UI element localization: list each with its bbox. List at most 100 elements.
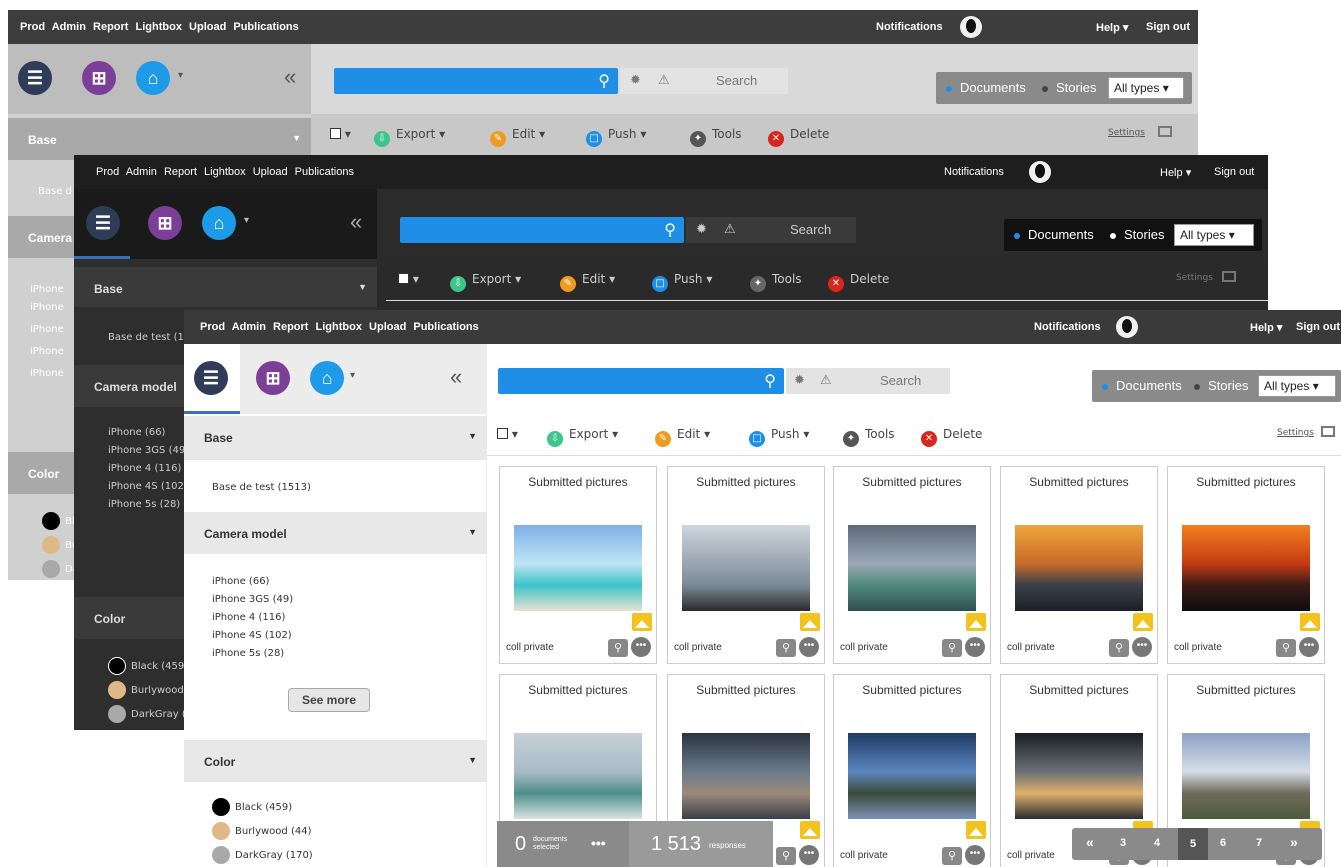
settings-link[interactable]: Settings [1277, 428, 1314, 438]
search-icon[interactable]: ⚲ [664, 220, 676, 240]
settings-link[interactable]: Settings [1176, 273, 1213, 283]
delete-button[interactable]: ✕ Delete [828, 272, 889, 292]
list-item[interactable]: iPhone 4 (116) [108, 463, 181, 474]
menu-report[interactable]: Report [273, 321, 308, 333]
select-all-checkbox[interactable]: ▾ [330, 127, 351, 141]
map-icon[interactable]: ⚠ [820, 372, 832, 388]
push-button[interactable]: □ Push ▾ [586, 127, 646, 147]
tools-button[interactable]: ✦ Tools [690, 127, 742, 147]
notifications-link[interactable]: Notifications [944, 166, 1004, 178]
picture-thumbnail[interactable] [848, 733, 976, 819]
map-icon[interactable]: ⚠ [658, 72, 670, 88]
documents-radio[interactable]: Documents [1014, 227, 1094, 242]
see-more-button[interactable]: See more [288, 688, 370, 712]
zoom-icon[interactable]: ⚲ [1109, 639, 1129, 657]
menu-publications[interactable]: Publications [295, 166, 354, 178]
menu-prod[interactable]: Prod [20, 21, 45, 33]
pager-first-button[interactable]: « [1086, 834, 1094, 850]
pager-last-button[interactable]: » [1290, 834, 1298, 850]
list-item[interactable]: iPhone [30, 302, 64, 313]
list-item[interactable]: iPhone [30, 284, 64, 295]
list-item[interactable]: DarkGray (170) [212, 846, 313, 864]
list-item[interactable]: iPhone 5s (28) [108, 499, 180, 510]
menu-lightbox[interactable]: Lightbox [316, 321, 362, 333]
collapse-sidebar-button[interactable]: « [284, 64, 296, 90]
list-item[interactable]: Burlywood [108, 681, 184, 699]
help-menu[interactable]: Help ▾ [1160, 166, 1191, 179]
list-item[interactable]: iPhone 3GS (49 [108, 445, 185, 456]
push-button[interactable]: □ Push ▾ [652, 272, 712, 292]
avatar[interactable] [1029, 161, 1051, 183]
list-item[interactable]: Black (459) [108, 657, 188, 675]
search-input[interactable]: ⚲ [400, 217, 684, 243]
collapse-sidebar-button[interactable]: « [450, 364, 462, 390]
export-button[interactable]: ⇩ Export ▾ [547, 427, 618, 447]
pager-page-6[interactable]: 6 [1220, 837, 1226, 849]
facet-base-header[interactable]: Base ▼ [184, 416, 487, 460]
search-icon[interactable]: ⚲ [598, 71, 610, 91]
tools-button[interactable]: ✦ Tools [750, 272, 802, 292]
zoom-icon[interactable]: ⚲ [608, 639, 628, 657]
list-item[interactable]: iPhone [30, 346, 64, 357]
list-item[interactable]: Bu [42, 536, 78, 554]
list-item[interactable]: Black (459) [212, 798, 292, 816]
search-input[interactable]: ⚲ [498, 368, 784, 394]
menu-prod[interactable]: Prod [200, 321, 225, 333]
facet-base-item[interactable]: Base de test (15 [108, 332, 190, 343]
monitor-icon[interactable] [1222, 271, 1236, 282]
settings-link[interactable]: Settings [1108, 128, 1145, 138]
notifications-link[interactable]: Notifications [1034, 321, 1101, 333]
more-icon[interactable]: ••• [631, 637, 651, 657]
type-select[interactable]: All types ▾ [1108, 77, 1184, 99]
search-button[interactable]: Search [790, 222, 831, 237]
list-item[interactable]: iPhone 4S (102) [212, 630, 292, 641]
picture-thumbnail[interactable] [1182, 525, 1310, 611]
search-input[interactable]: ⚲ [334, 68, 618, 94]
selection-counter[interactable]: 0 documents selected ••• [497, 821, 627, 867]
zoom-icon[interactable]: ⚲ [776, 847, 796, 865]
facet-base-header[interactable]: Base ▼ [74, 267, 377, 307]
more-icon[interactable]: ••• [1132, 637, 1152, 657]
stories-tab-icon[interactable]: ⊞ [82, 61, 116, 95]
zoom-icon[interactable]: ⚲ [1276, 639, 1296, 657]
edit-button[interactable]: ✎ Edit ▾ [655, 427, 710, 447]
menu-admin[interactable]: Admin [52, 21, 86, 33]
pager-page-current[interactable]: 5 [1178, 828, 1208, 860]
map-icon[interactable]: ⚠ [724, 221, 736, 237]
picture-card[interactable]: Submitted pictures coll private ⚲••• [1000, 466, 1158, 664]
sign-out-link[interactable]: Sign out [1146, 21, 1190, 33]
zoom-icon[interactable]: ⚲ [776, 639, 796, 657]
pager-page-3[interactable]: 3 [1120, 837, 1126, 849]
list-item[interactable]: Bl [42, 512, 75, 530]
documents-tab-icon[interactable]: ☰ [194, 361, 228, 395]
stories-tab-icon[interactable]: ⊞ [148, 206, 182, 240]
zoom-icon[interactable]: ⚲ [942, 847, 962, 865]
basket-tab-icon[interactable]: ⌂ [136, 61, 170, 95]
stories-tab-icon[interactable]: ⊞ [256, 361, 290, 395]
picture-card[interactable]: Submitted pictures coll private ⚲••• [1167, 466, 1325, 664]
list-item[interactable]: iPhone 4S (102 [108, 481, 184, 492]
menu-admin[interactable]: Admin [232, 321, 266, 333]
picture-thumbnail[interactable] [514, 525, 642, 611]
search-button[interactable]: Search [716, 73, 757, 88]
documents-tab-icon[interactable]: ☰ [86, 206, 120, 240]
monitor-icon[interactable] [1158, 126, 1172, 137]
menu-upload[interactable]: Upload [369, 321, 406, 333]
zoom-icon[interactable]: ⚲ [942, 639, 962, 657]
list-item[interactable]: iPhone 3GS (49) [212, 594, 293, 605]
list-item[interactable]: Burlywood (44) [212, 822, 311, 840]
notifications-link[interactable]: Notifications [876, 21, 943, 33]
select-all-checkbox[interactable]: ▾ [398, 272, 419, 286]
picture-card[interactable]: Submitted pictures coll private ⚲••• [833, 674, 991, 867]
menu-report[interactable]: Report [93, 21, 128, 33]
gear-icon[interactable]: ✹ [794, 372, 805, 388]
picture-thumbnail[interactable] [682, 733, 810, 819]
list-item[interactable]: iPhone (66) [212, 576, 269, 587]
picture-thumbnail[interactable] [514, 733, 642, 819]
type-select[interactable]: All types ▾ [1174, 224, 1254, 246]
picture-thumbnail[interactable] [1015, 733, 1143, 819]
chevron-down-icon[interactable]: ▾ [244, 215, 249, 226]
search-icon[interactable]: ⚲ [764, 371, 776, 391]
facet-color-header[interactable]: Color ▼ [184, 740, 487, 782]
list-item[interactable]: iPhone [30, 368, 64, 379]
